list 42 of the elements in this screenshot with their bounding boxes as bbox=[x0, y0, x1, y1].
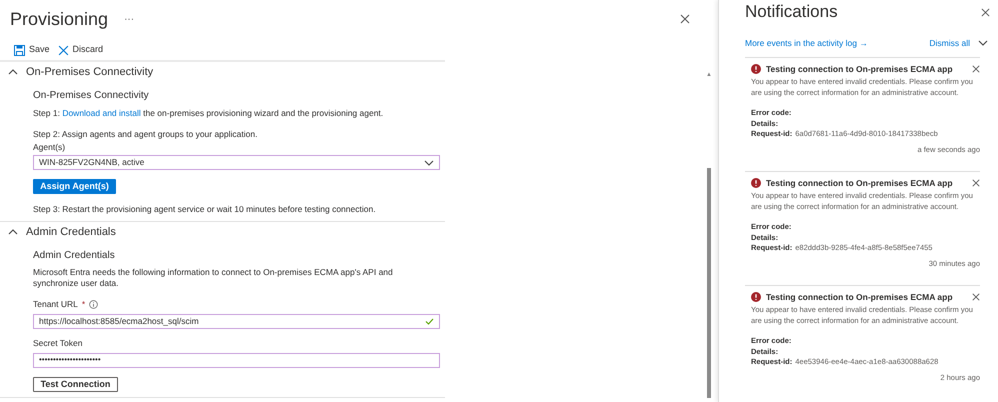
page-title: Provisioning bbox=[10, 8, 108, 31]
test-connection-button[interactable]: Test Connection bbox=[33, 376, 118, 392]
notification-title: Testing connection to On-premises ECMA app bbox=[766, 292, 954, 302]
error-icon bbox=[751, 292, 761, 302]
step-text: Step 2: Assign agents and agent groups to your application. bbox=[33, 128, 258, 140]
error-icon bbox=[751, 178, 761, 188]
tenant-url-field[interactable]: https://localhost:8585/ecma2host_sql/scim bbox=[33, 314, 440, 329]
info-icon[interactable] bbox=[89, 300, 98, 309]
close-icon[interactable] bbox=[972, 179, 980, 187]
section-header[interactable]: Admin Credentials bbox=[0, 222, 124, 242]
x-icon bbox=[58, 44, 69, 56]
chevron-icon bbox=[8, 229, 18, 235]
activity-log-link[interactable]: More events in the activity log → bbox=[745, 37, 868, 50]
discard-button[interactable]: Discard bbox=[58, 43, 104, 57]
secret-token-field[interactable]: •••••••••••••••••••••• bbox=[33, 352, 440, 368]
close-icon[interactable] bbox=[680, 14, 690, 24]
agent-dropdown[interactable]: WIN-825FV2GN4NB, active bbox=[33, 155, 440, 170]
notifications-title: Notifications bbox=[745, 1, 838, 24]
section-heading: On-Premises Connectivity bbox=[33, 89, 150, 103]
close-icon[interactable] bbox=[981, 8, 990, 16]
step-text: Step 1: Download and install the on-premises provisioning wizard and the provisioning agent. bbox=[33, 107, 384, 120]
notification-title: Testing connection to On-premises ECMA app bbox=[766, 64, 954, 74]
field-label: Tenant URL bbox=[33, 298, 78, 311]
step-text: Step 3: Restart the provisioning agent service or wait 10 minutes before testing connection. bbox=[33, 203, 377, 216]
assign-agents-button[interactable]: Assign Agent(s) bbox=[33, 179, 116, 194]
download-link[interactable]: Download and install bbox=[62, 108, 141, 118]
field-label: Secret Token bbox=[33, 336, 84, 350]
close-icon[interactable] bbox=[972, 293, 980, 301]
close-icon[interactable] bbox=[972, 65, 980, 73]
dismiss-all-link[interactable]: Dismiss all bbox=[929, 37, 970, 50]
section-heading: Admin Credentials bbox=[33, 249, 116, 263]
save-button[interactable]: Save bbox=[14, 43, 50, 57]
required-mark: * bbox=[82, 298, 86, 311]
field-label: Agent(s) bbox=[33, 140, 66, 154]
chevron-icon bbox=[8, 69, 18, 75]
chevron-icon bbox=[424, 160, 434, 166]
notification-title: Testing connection to On-premises ECMA app bbox=[766, 178, 954, 188]
error-icon bbox=[751, 64, 761, 74]
chevron-icon bbox=[978, 40, 988, 46]
section-header[interactable]: On-Premises Connectivity bbox=[0, 62, 162, 82]
description-text: Microsoft Entra needs the following information to connect to On-premises ECMA app's API and synchronize user data. bbox=[33, 267, 394, 289]
more-button[interactable]: ··· bbox=[124, 12, 134, 26]
